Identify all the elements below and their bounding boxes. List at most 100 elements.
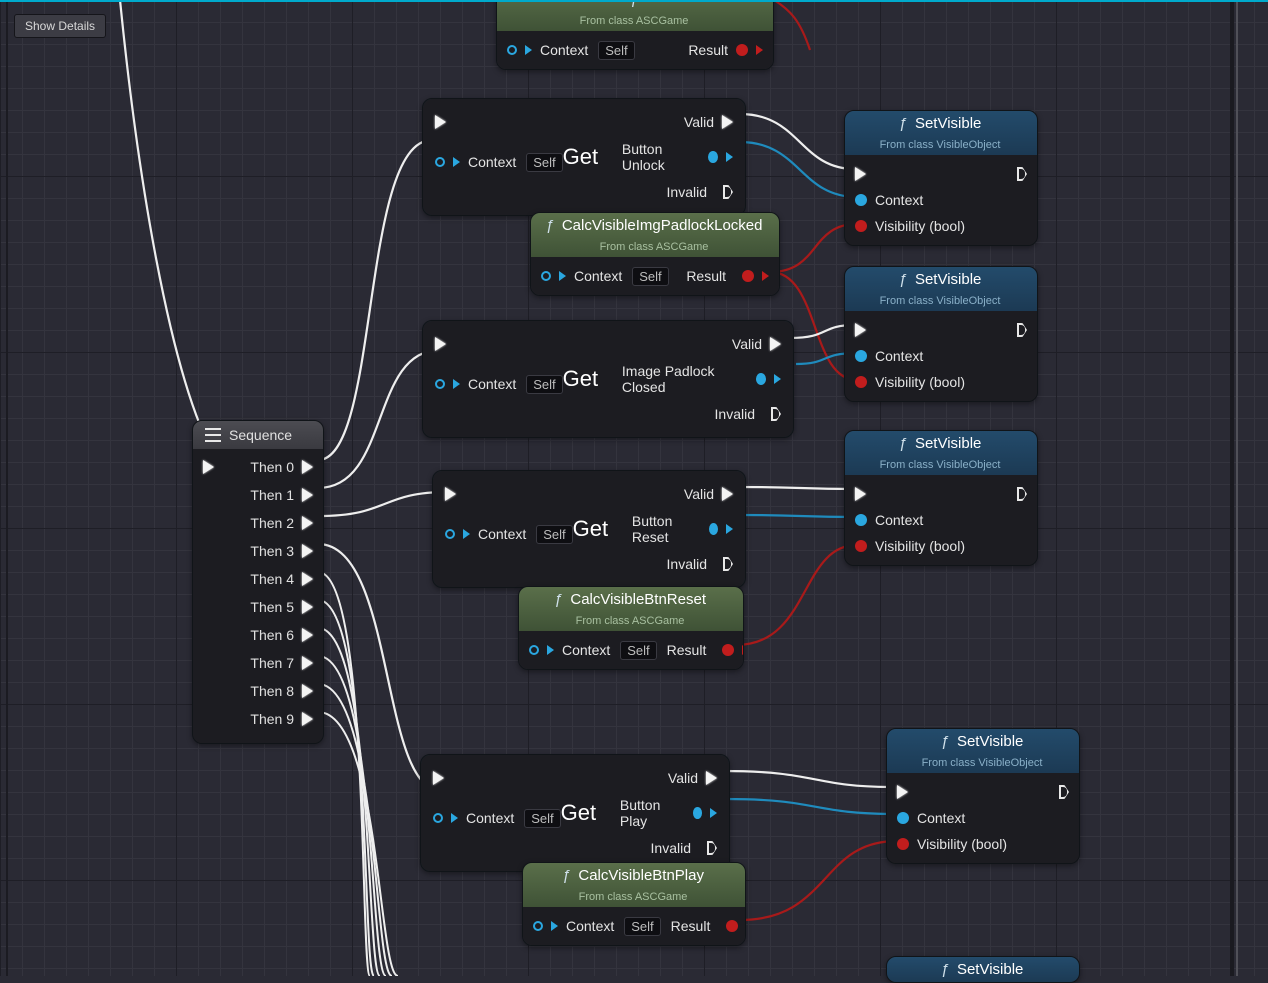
then-1-pin[interactable] — [302, 488, 313, 502]
exec-in-pin[interactable] — [445, 487, 456, 501]
output-label: Button Reset — [632, 513, 693, 545]
invalid-label: Invalid — [651, 840, 691, 856]
then-7-pin[interactable] — [302, 656, 313, 670]
exec-out-pin[interactable] — [1017, 167, 1027, 181]
exec-in-pin[interactable] — [435, 115, 446, 129]
visibility-pin-icon[interactable] — [855, 540, 867, 552]
valid-label: Valid — [668, 770, 698, 786]
context-label: Context — [875, 192, 923, 208]
valid-pin[interactable] — [706, 771, 717, 785]
valid-pin[interactable] — [770, 337, 781, 351]
node-title: CalcVisibleImgPadlockLocked — [562, 217, 763, 234]
setvisible-node-4[interactable]: ƒSetVisible From class VisibleObject Con… — [886, 728, 1080, 864]
invalid-pin[interactable] — [723, 557, 733, 571]
exec-in-pin[interactable] — [897, 785, 908, 799]
then-label: Then 8 — [203, 683, 294, 699]
setvisible-node-5-partial[interactable]: ƒSetVisible — [886, 956, 1080, 983]
calc-node-btn-play[interactable]: ƒCalcVisibleBtnPlay From class ASCGame C… — [522, 862, 746, 946]
get-node-button-unlock[interactable]: Context Self Valid Get Button Unlock Inv… — [422, 98, 746, 216]
then-label: Then 3 — [203, 543, 294, 559]
valid-label: Valid — [684, 486, 714, 502]
output-label: Button Play — [620, 797, 677, 829]
setvisible-node-3[interactable]: ƒSetVisible From class VisibleObject Con… — [844, 430, 1038, 566]
context-pin-icon — [529, 645, 539, 655]
result-pin-icon[interactable] — [726, 920, 738, 932]
context-pin-icon — [541, 271, 551, 281]
exec-in-pin[interactable] — [433, 771, 444, 785]
node-title: CalcVisibleBtnReset — [570, 591, 706, 608]
context-pin-icon[interactable] — [855, 194, 867, 206]
exec-in-pin[interactable] — [855, 323, 866, 337]
self-chip: Self — [620, 641, 656, 660]
exec-out-pin[interactable] — [1059, 785, 1069, 799]
result-pin-icon — [736, 44, 748, 56]
then-label: Then 1 — [203, 487, 294, 503]
context-label: Context — [478, 526, 526, 542]
visibility-label: Visibility (bool) — [875, 218, 965, 234]
exec-in-pin[interactable] — [855, 167, 866, 181]
node-title: CalcVisibleBtnPlay — [578, 867, 704, 884]
node-subtitle: From class VisibleObject — [922, 757, 1043, 769]
then-2-pin[interactable] — [302, 516, 313, 530]
then-5-pin[interactable] — [302, 600, 313, 614]
calc-node-padlock-locked[interactable]: ƒCalcVisibleImgPadlockLocked From class … — [530, 212, 780, 296]
valid-pin[interactable] — [722, 115, 733, 129]
exec-in-pin[interactable] — [435, 337, 446, 351]
then-6-pin[interactable] — [302, 628, 313, 642]
output-pin-icon[interactable] — [709, 523, 718, 535]
result-pin-icon[interactable] — [722, 644, 734, 656]
valid-pin[interactable] — [722, 487, 733, 501]
then-3-pin[interactable] — [302, 544, 313, 558]
calc-node-btn-reset[interactable]: ƒCalcVisibleBtnReset From class ASCGame … — [518, 586, 744, 670]
exec-out-pin[interactable] — [1017, 487, 1027, 501]
visibility-pin-icon[interactable] — [897, 838, 909, 850]
then-8-pin[interactable] — [302, 684, 313, 698]
node-title: SetVisible — [957, 733, 1023, 750]
exec-in-pin[interactable] — [855, 487, 866, 501]
context-pin-icon — [435, 157, 445, 167]
node-subtitle: From class VisibleObject — [880, 139, 1001, 151]
result-label: Result — [667, 642, 707, 658]
context-pin-icon — [533, 921, 543, 931]
get-node-button-reset[interactable]: ContextSelf Valid Get Button Reset Inval… — [432, 470, 746, 588]
context-label: Context — [875, 348, 923, 364]
context-label: Context — [875, 512, 923, 528]
exec-in-pin[interactable] — [203, 460, 214, 474]
result-label: Result — [688, 42, 728, 58]
result-pin-icon[interactable] — [742, 270, 754, 282]
get-label: Get — [563, 144, 598, 170]
output-label: Button Unlock — [622, 141, 692, 173]
output-pin-icon[interactable] — [693, 807, 702, 819]
get-node-image-padlock[interactable]: ContextSelf Valid Get Image Padlock Clos… — [422, 320, 794, 438]
then-9-pin[interactable] — [302, 712, 313, 726]
then-label: Then 0 — [214, 459, 294, 475]
setvisible-node-2[interactable]: ƒSetVisible From class VisibleObject Con… — [844, 266, 1038, 402]
context-label: Context — [466, 810, 514, 826]
sequence-header: Sequence — [193, 421, 323, 449]
graph-canvas[interactable]: ƒ From class ASCGame Context Self Result… — [0, 0, 1268, 976]
visibility-pin-icon[interactable] — [855, 376, 867, 388]
invalid-pin[interactable] — [723, 185, 733, 199]
setvisible-node-1[interactable]: ƒSetVisible From class VisibleObject Con… — [844, 110, 1038, 246]
sequence-node[interactable]: Sequence Then 0 Then 1 Then 2 Then 3 The… — [192, 420, 324, 744]
output-pin-icon[interactable] — [756, 373, 766, 385]
exec-out-pin[interactable] — [1017, 323, 1027, 337]
invalid-pin[interactable] — [707, 841, 717, 855]
then-label: Then 5 — [203, 599, 294, 615]
get-label: Get — [573, 516, 608, 542]
self-chip: Self — [632, 267, 668, 286]
output-pin-icon[interactable] — [708, 151, 718, 163]
visibility-pin-icon[interactable] — [855, 220, 867, 232]
calc-node-top[interactable]: ƒ From class ASCGame Context Self Result — [496, 0, 774, 70]
node-title: SetVisible — [915, 435, 981, 452]
context-pin-icon[interactable] — [855, 514, 867, 526]
then-0-pin[interactable] — [302, 460, 313, 474]
context-pin-icon[interactable] — [855, 350, 867, 362]
get-node-button-play[interactable]: ContextSelf Valid Get Button Play Invali… — [420, 754, 730, 872]
context-pin-icon — [435, 379, 445, 389]
invalid-pin[interactable] — [771, 407, 781, 421]
node-title: SetVisible — [915, 271, 981, 288]
show-details-button[interactable]: Show Details — [14, 14, 106, 38]
then-4-pin[interactable] — [302, 572, 313, 586]
context-pin-icon[interactable] — [897, 812, 909, 824]
